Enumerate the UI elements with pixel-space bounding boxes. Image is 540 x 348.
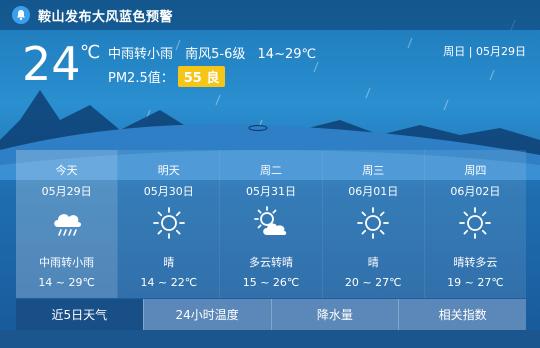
forecast-day-today[interactable]: 今天 05月29日 中雨转小雨 14 ~ 29℃ — [16, 150, 118, 298]
forecast-day-tomorrow[interactable]: 明天 05月30日 晴 14 ~ 22℃ — [117, 150, 220, 298]
current-condition: 中雨转小雨 — [108, 47, 174, 62]
day-condition: 晴转多云 — [453, 256, 498, 269]
day-range: 14 ~ 22℃ — [140, 276, 198, 289]
day-condition: 晴 — [367, 256, 379, 269]
current-conditions: 中雨转小雨 南风5-6级 14~29℃ — [108, 43, 324, 62]
day-range: 19 ~ 27℃ — [447, 276, 504, 289]
bottom-strip — [0, 330, 540, 348]
day-name: 明天 — [157, 164, 180, 177]
current-wind: 南风5-6级 — [185, 47, 246, 62]
forecast-day-tuesday[interactable]: 周二 05月31日 多云转晴 15 ~ 26℃ — [219, 150, 322, 298]
sun-icon — [357, 207, 390, 239]
day-date: 05月30日 — [143, 185, 194, 198]
tab-related-indices[interactable]: 相关指数 — [398, 299, 526, 330]
aqi-badge: 55 良 — [177, 66, 226, 87]
day-range: 14 ~ 29℃ — [38, 276, 95, 289]
day-date: 06月02日 — [450, 185, 501, 198]
day-condition: 晴 — [163, 256, 175, 269]
current-temperature: 24 — [22, 37, 81, 91]
partly-cloudy-icon — [254, 206, 287, 235]
day-name: 周三 — [362, 164, 385, 177]
sun-icon — [459, 207, 492, 239]
temperature-unit: ℃ — [80, 42, 101, 63]
weather-widget: 鞍山发布大风蓝色预警 24 ℃ 中雨转小雨 南风5-6级 14~29℃ PM2.… — [0, 0, 540, 348]
day-date: 05月31日 — [246, 185, 296, 198]
forecast-day-thursday[interactable]: 周四 06月02日 晴转多云 19 ~ 27℃ — [423, 150, 527, 298]
day-name: 周四 — [464, 164, 487, 177]
pm25-line: PM2.5值： 55 良 — [108, 66, 226, 87]
current-date: 周日 | 05月29日 — [443, 45, 526, 58]
bottom-tabs: 近5日天气 24小时温度 降水量 相关指数 — [16, 299, 526, 330]
current-range: 14~29℃ — [257, 47, 317, 62]
day-range: 15 ~ 26℃ — [242, 276, 300, 289]
pm25-label: PM2.5值： — [108, 71, 174, 86]
alert-bar[interactable]: 鞍山发布大风蓝色预警 — [0, 0, 540, 30]
tab-24-hour-temperature[interactable]: 24小时温度 — [142, 299, 271, 330]
day-condition: 多云转晴 — [249, 256, 293, 269]
day-name: 周二 — [260, 164, 282, 177]
forecast-day-wednesday[interactable]: 周三 06月01日 晴 20 ~ 27℃ — [321, 150, 424, 298]
day-date: 05月29日 — [41, 185, 92, 198]
day-range: 20 ~ 27℃ — [344, 276, 402, 289]
sun-icon — [152, 207, 185, 239]
day-date: 06月01日 — [348, 185, 399, 198]
forecast-panel: 今天 05月29日 中雨转小雨 14 ~ 29℃ 明天 05月30日 晴 14 … — [16, 150, 527, 298]
bell-icon — [12, 6, 30, 24]
cloud-rain-icon — [53, 214, 81, 236]
tab-precipitation[interactable]: 降水量 — [270, 299, 399, 330]
tab-5-day-forecast[interactable]: 近5日天气 — [16, 299, 143, 330]
day-name: 今天 — [55, 164, 78, 177]
day-condition: 中雨转小雨 — [39, 256, 95, 269]
alert-text: 鞍山发布大风蓝色预警 — [38, 9, 174, 25]
